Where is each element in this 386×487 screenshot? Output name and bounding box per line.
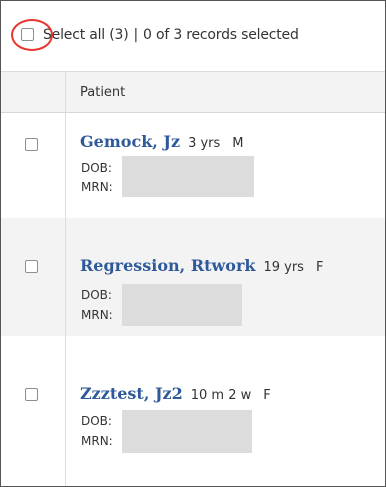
patient-name-link[interactable]: Gemock, Jz — [80, 132, 180, 151]
column-header-patient[interactable]: Patient — [80, 85, 125, 100]
table-row: Regression, Rtwork 19 yrs F DOB: MRN: — [1, 218, 385, 336]
select-all-separator: | — [133, 27, 139, 43]
patient-name-line: Gemock, Jz 3 yrs M — [80, 132, 244, 151]
mrn-label: MRN: — [81, 308, 113, 322]
select-all-text: Select all (3) | 0 of 3 records selected — [43, 27, 299, 43]
table-header-row: Patient — [1, 72, 385, 113]
redacted-values — [122, 410, 252, 453]
dob-label: DOB: — [81, 161, 112, 175]
patient-name-line: Zzztest, Jz2 10 m 2 w F — [80, 384, 271, 403]
patient-name-link[interactable]: Zzztest, Jz2 — [80, 384, 183, 403]
redacted-values — [122, 156, 254, 197]
select-all-bar: Select all (3) | 0 of 3 records selected — [1, 1, 385, 72]
highlight-circle-annotation — [11, 19, 53, 51]
dob-label: DOB: — [81, 288, 112, 302]
patient-age: 19 yrs — [263, 260, 304, 275]
patient-sex: F — [315, 260, 324, 275]
patient-list-panel: Select all (3) | 0 of 3 records selected P… — [0, 0, 386, 487]
redacted-values — [122, 284, 242, 326]
select-all-label[interactable]: Select all (3) — [43, 27, 129, 43]
column-divider — [65, 72, 66, 486]
mrn-label: MRN: — [81, 180, 113, 194]
patient-age: 3 yrs — [188, 136, 221, 151]
row-checkbox[interactable] — [25, 138, 38, 151]
dob-label: DOB: — [81, 414, 112, 428]
selection-status: 0 of 3 records selected — [143, 27, 299, 43]
patient-sex: M — [232, 136, 244, 151]
table-row: Gemock, Jz 3 yrs M DOB: MRN: — [1, 113, 385, 218]
mrn-label: MRN: — [81, 434, 113, 448]
patient-name-link[interactable]: Regression, Rtwork — [80, 256, 255, 275]
row-checkbox[interactable] — [25, 388, 38, 401]
row-checkbox[interactable] — [25, 260, 38, 273]
patient-sex: F — [263, 388, 271, 403]
patient-name-line: Regression, Rtwork 19 yrs F — [80, 256, 323, 275]
patient-age: 10 m 2 w — [190, 388, 252, 403]
table-row: Zzztest, Jz2 10 m 2 w F DOB: MRN: — [1, 336, 385, 486]
